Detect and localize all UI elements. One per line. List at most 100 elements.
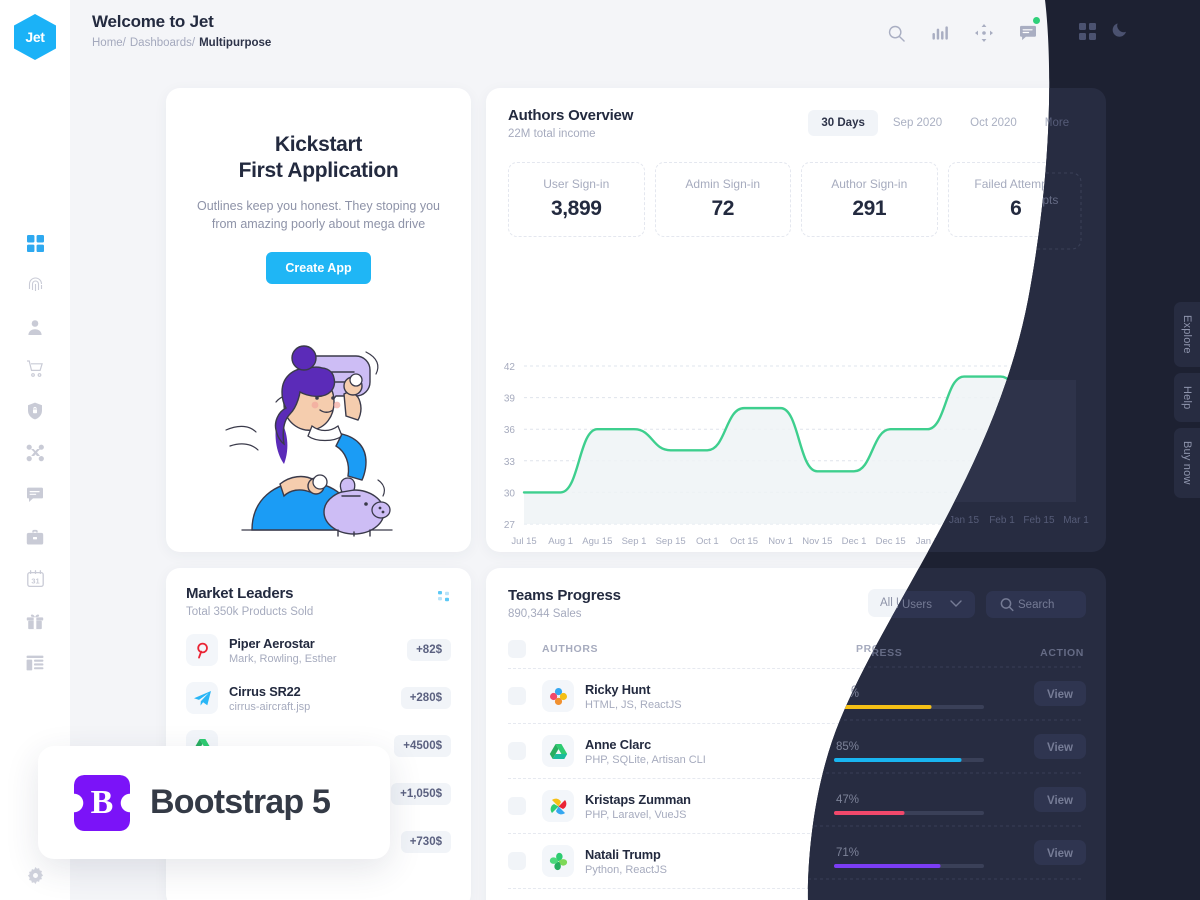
tab-30-days[interactable]: 30 Days [808, 110, 878, 136]
table-row[interactable]: Natali Trump Python, ReactJS 71% View [508, 834, 1084, 889]
column-header-action: ACTION [1040, 643, 1084, 655]
sidebar-item-settings[interactable] [18, 864, 52, 886]
svg-text:39: 39 [504, 394, 516, 405]
stat-label: Author Sign-in [831, 177, 908, 191]
list-item-name: Cirrus SR22 [229, 683, 301, 699]
move-button[interactable] [972, 21, 996, 45]
bootstrap-badge: B Bootstrap 5 [38, 746, 390, 859]
briefcase-icon [26, 529, 44, 544]
sidebar-item-ecommerce[interactable] [18, 358, 52, 380]
list-item-name: Piper Aerostar [229, 635, 315, 651]
teams-table: AUTHORS PROGRESS ACTION Ricky Hunt HTML,… [486, 634, 1106, 889]
chat-icon [27, 487, 43, 502]
svg-text:Jan 1: Jan 1 [916, 536, 939, 547]
stat-value: 6 [1010, 197, 1022, 220]
chevron-down-icon [960, 600, 970, 606]
analytics-button[interactable] [928, 21, 952, 45]
svg-text:Nov 1: Nov 1 [768, 536, 793, 547]
sidebar-item-calendar[interactable]: 31 [18, 568, 52, 590]
grid-icon [26, 234, 44, 252]
sidebar-item-layouts[interactable] [18, 652, 52, 674]
table-row[interactable]: Ricky Hunt HTML, JS, ReactJS 65% View [508, 669, 1084, 724]
edge-tab-group: Explore Help Buy now [1174, 302, 1200, 498]
edge-tab-buy-now[interactable]: Buy now [1174, 428, 1200, 498]
market-subtitle: Total 350k Products Sold [186, 606, 314, 618]
drive-icon [542, 735, 574, 767]
svg-text:42: 42 [504, 362, 516, 373]
kickstart-paragraph: Outlines keep you honest. They stoping y… [197, 199, 440, 232]
messages-button[interactable] [1016, 17, 1040, 45]
calendar-icon: 31 [26, 570, 44, 588]
row-checkbox[interactable] [508, 852, 526, 870]
calendar-day: 31 [31, 576, 39, 585]
create-app-button[interactable]: Create App [266, 252, 371, 285]
row-author-skills: Python, ReactJS [585, 863, 667, 876]
tab-sep-2020[interactable]: Sep 2020 [880, 110, 955, 136]
view-button[interactable]: View [1028, 848, 1084, 874]
view-button[interactable]: View [1028, 793, 1084, 819]
svg-text:Jul 15: Jul 15 [511, 536, 536, 547]
sidebar-item-users[interactable] [18, 316, 52, 338]
row-checkbox[interactable] [508, 742, 526, 760]
market-menu-button[interactable] [438, 589, 451, 607]
row-progress-percent: 71% [850, 849, 874, 862]
row-author-text: Kristaps Zumman PHP, Laravel, VueJS [585, 792, 691, 821]
search-input[interactable]: Search [992, 589, 1084, 617]
teams-controls: All Users Search [867, 589, 1084, 617]
sidebar-item-dashboard[interactable] [18, 232, 52, 254]
avatar[interactable] [1148, 16, 1182, 50]
top-header: Welcome to Jet Home/ Dashboards/ Multipu… [70, 0, 1200, 66]
user-filter-select[interactable]: All Users [867, 589, 982, 617]
tab-more[interactable]: More [1032, 110, 1084, 136]
row-author: Anne Clarc PHP, SQLite, Artisan CLI [526, 735, 851, 767]
svg-text:Nov 15: Nov 15 [802, 536, 832, 547]
svg-text:Mar 1: Mar 1 [1062, 536, 1086, 547]
breadcrumb-item-dashboards[interactable]: Dashboards/ [130, 37, 195, 49]
sidebar-item-gifts[interactable] [18, 610, 52, 632]
view-button[interactable]: View [1028, 683, 1084, 709]
svg-text:Feb 15: Feb 15 [1023, 536, 1053, 547]
tab-oct-2020[interactable]: Oct 2020 [957, 110, 1030, 136]
search-placeholder: Search [1024, 597, 1061, 609]
row-checkbox[interactable] [508, 797, 526, 815]
edge-tab-help[interactable]: Help [1174, 372, 1200, 423]
apps-button[interactable] [1060, 21, 1084, 45]
row-progress-percent: 47% [850, 794, 874, 807]
row-author-skills: PHP, Laravel, VueJS [585, 808, 687, 821]
list-item[interactable]: Cirrus SR22 cirrus-aircraft.jsp +280$ [166, 674, 471, 722]
sidebar-item-drone[interactable] [18, 442, 52, 464]
row-author-text: Natali Trump Python, ReactJS [585, 847, 667, 876]
app-logo[interactable]: Jet [14, 14, 56, 60]
sidebar-item-authentication[interactable] [18, 274, 52, 296]
piggy-bank [323, 477, 391, 537]
list-item[interactable]: Piper Aerostar Mark, Rowling, Esther +82… [166, 626, 471, 674]
sidebar-nav: 31 [18, 232, 52, 674]
breadcrumb-item-home[interactable]: Home/ [92, 37, 126, 49]
row-author-name: Natali Trump [585, 846, 661, 862]
sidebar-item-messages[interactable] [18, 484, 52, 506]
sidebar-item-jobs[interactable] [18, 526, 52, 548]
list-item-desc: cirrus-aircraft.jsp [229, 700, 311, 713]
edge-tab-explore[interactable]: Explore [1174, 302, 1200, 367]
search-button[interactable] [884, 21, 908, 45]
clover-icon [542, 845, 574, 877]
row-author-skills: HTML, JS, ReactJS [585, 698, 682, 711]
sidebar-item-security[interactable] [18, 400, 52, 422]
pinterest-glyph [197, 642, 208, 659]
stat-user-signin: User Sign-in 3,899 [508, 162, 645, 237]
stat-label: Admin Sign-in [685, 177, 761, 191]
select-all-checkbox[interactable] [508, 640, 526, 658]
dark-mode-toggle[interactable] [1104, 21, 1128, 45]
table-row[interactable]: Kristaps Zumman PHP, Laravel, VueJS 47% … [508, 779, 1084, 834]
notification-dot [1033, 17, 1040, 24]
column-header-progress: PROGRESS [856, 643, 921, 655]
savings-illustration [225, 345, 393, 537]
view-button[interactable]: View [1028, 738, 1084, 764]
table-row[interactable]: Anne Clarc PHP, SQLite, Artisan CLI 85% … [508, 724, 1084, 779]
stat-value: 3,899 [550, 197, 602, 220]
stat-author-signin: Author Sign-in 291 [801, 162, 938, 237]
bootstrap-badge-label: Bootstrap 5 [150, 783, 331, 821]
list-item-amount: +82$ [407, 639, 451, 661]
svg-text:Oct 15: Oct 15 [730, 536, 758, 547]
row-checkbox[interactable] [508, 687, 526, 705]
